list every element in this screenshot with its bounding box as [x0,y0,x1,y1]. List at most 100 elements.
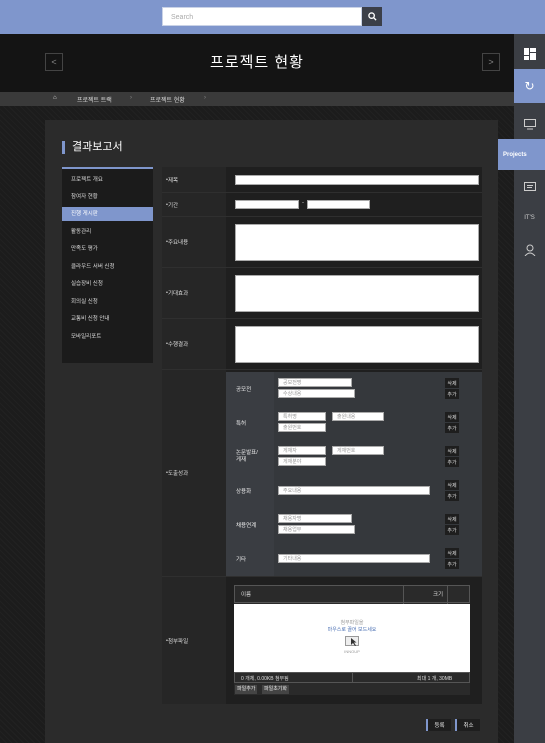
add-button[interactable]: 추가 [445,457,459,467]
output-contest: 공모전 공모전명 수상내용 삭제 추가 [226,372,482,406]
output-paper-label: 논문발표/ 게재 [226,440,274,474]
output-contest-label: 공모전 [226,372,274,406]
content-textarea[interactable] [235,224,479,261]
sidebar-its[interactable]: IT'S [514,201,545,235]
file-limit-text: 최대 1 개, 30MB [417,676,453,682]
output-commercial: 상용화 주요내용 삭제 추가 [226,474,482,508]
result-label: • 수행결과 [162,319,226,369]
next-arrow-button[interactable]: > [482,53,500,71]
expect-textarea[interactable] [235,275,479,312]
etc-input[interactable]: 기타내용 [278,554,430,563]
sidebar-refresh[interactable]: ↻ [514,69,545,103]
breadcrumb: ⌂ 프로젝트 트랙 › 프로젝트 현황 › [0,92,514,106]
left-nav-item[interactable]: 참여자 현황 [62,190,153,204]
chat-icon [523,181,536,191]
left-nav-item[interactable]: 회의실 신청 [62,295,153,309]
sidebar-user[interactable] [514,233,545,267]
prev-arrow-button[interactable]: < [45,53,63,71]
cancel-button[interactable]: 취소 [455,719,480,731]
output-etc-label: 기타 [226,542,274,576]
output-patent: 특허 특허명 출원내용 출원번호 삭제 추가 [226,406,482,440]
upload-icon [345,636,359,646]
period-end-input[interactable] [307,200,370,209]
left-nav-item[interactable]: 클라우드 서버 신청 [62,260,153,274]
home-icon[interactable]: ⌂ [53,95,57,101]
delete-button[interactable]: 삭제 [445,412,459,422]
delete-button[interactable]: 삭제 [445,378,459,388]
delete-button[interactable]: 삭제 [445,480,459,490]
file-drop-zone[interactable]: 첨부파일을 마우스로 끌어 보드세요 INNOUP [234,604,470,672]
attach-label: • 첨부파일 [162,577,226,704]
paper-author-input[interactable]: 게재자 [278,446,326,455]
period-separator: - [302,200,304,206]
left-nav-item[interactable]: 모바일리포트 [62,330,153,344]
sidebar-dashboard[interactable] [514,38,545,69]
file-size-column: 크기 [433,592,444,598]
delete-button[interactable]: 삭제 [445,514,459,524]
output-commercial-label: 상용화 [226,474,274,508]
left-nav-item[interactable]: 실습장비 신청 [62,277,153,291]
chevron-right-icon: > [488,57,494,67]
file-status-text: 0 개체, 0.00KB 첨부됨 [241,676,289,682]
breadcrumb-item-status[interactable]: 프로젝트 현황 [150,95,185,104]
title-label: • 제목 [162,167,226,192]
period-label: • 기간 [162,193,226,216]
user-icon [524,244,535,256]
add-button[interactable]: 추가 [445,559,459,569]
paper-number-input[interactable]: 게재번호 [332,446,384,455]
dashboard-icon [523,47,536,60]
file-uploader: 이름 크기 첨부파일을 마우스로 끌어 보드세요 INNOUP 0 개체, 0.… [234,585,470,695]
period-row: • 기간 - [162,193,482,217]
hiring-task-input[interactable]: 채용업무 [278,525,355,534]
add-button[interactable]: 추가 [445,525,459,535]
commercial-input[interactable]: 주요내용 [278,486,430,495]
contest-name-input[interactable]: 공모전명 [278,378,352,387]
register-button[interactable]: 등록 [426,719,451,731]
add-button[interactable]: 추가 [445,491,459,501]
left-nav-item[interactable]: 만족도 평가 [62,242,153,256]
period-start-input[interactable] [235,200,299,209]
file-name-column: 이름 [241,592,252,598]
result-row: • 수행결과 [162,319,482,370]
breadcrumb-item-track[interactable]: 프로젝트 트랙 [77,95,112,104]
reset-file-button[interactable]: 파일초기화 [262,685,290,694]
output-paper: 논문발표/ 게재 게재자 게재번호 게재분야 삭제 추가 [226,440,482,474]
file-list-header: 이름 크기 [234,585,470,604]
left-nav-item-active[interactable]: 진행 게시판 [62,207,153,221]
search-input[interactable]: Search [162,7,362,26]
breadcrumb-separator-icon: › [130,95,132,101]
patent-apply-input[interactable]: 출원내용 [332,412,384,421]
delete-button[interactable]: 삭제 [445,548,459,558]
result-textarea[interactable] [235,326,479,363]
left-nav-item[interactable]: 활동관리 [62,225,153,239]
refresh-icon: ↻ [524,79,535,93]
expect-row: • 기대효과 [162,268,482,319]
add-button[interactable]: 추가 [445,389,459,399]
output-patent-label: 특허 [226,406,274,440]
delete-button[interactable]: 삭제 [445,446,459,456]
title-input[interactable] [235,175,479,185]
monitor-icon [523,118,536,129]
hiring-name-input[interactable]: 채용자명 [278,514,352,523]
paper-field-input[interactable]: 게재분야 [278,457,326,466]
left-nav: 프로젝트 개요 참여자 현황 진행 게시판 활동관리 만족도 평가 클라우드 서… [62,167,153,363]
search-icon [367,12,377,21]
add-file-button[interactable]: 파일추가 [235,685,258,694]
left-nav-item[interactable]: 프로젝트 개요 [62,173,153,187]
its-label: IT'S [524,215,535,221]
patent-number-input[interactable]: 출원번호 [278,423,326,432]
innoup-logo: INNOUP [344,649,360,654]
contest-award-input[interactable]: 수상내용 [278,389,355,398]
patent-name-input[interactable]: 특허명 [278,412,326,421]
output-label: • 도출성과 [162,370,226,576]
search-button[interactable] [362,7,382,26]
add-button[interactable]: 추가 [445,423,459,433]
expect-label: • 기대효과 [162,268,226,318]
section-title: 결과보고서 [62,141,123,154]
output-etc: 기타 기타내용 삭제 추가 [226,542,482,576]
title-row: • 제목 [162,167,482,193]
drop-hint-line2: 마우스로 끌어 보드세요 [327,627,377,633]
sidebar-chat[interactable] [514,170,545,204]
sidebar-monitor[interactable] [514,107,545,141]
left-nav-item[interactable]: 교통비 신청 안내 [62,312,153,326]
